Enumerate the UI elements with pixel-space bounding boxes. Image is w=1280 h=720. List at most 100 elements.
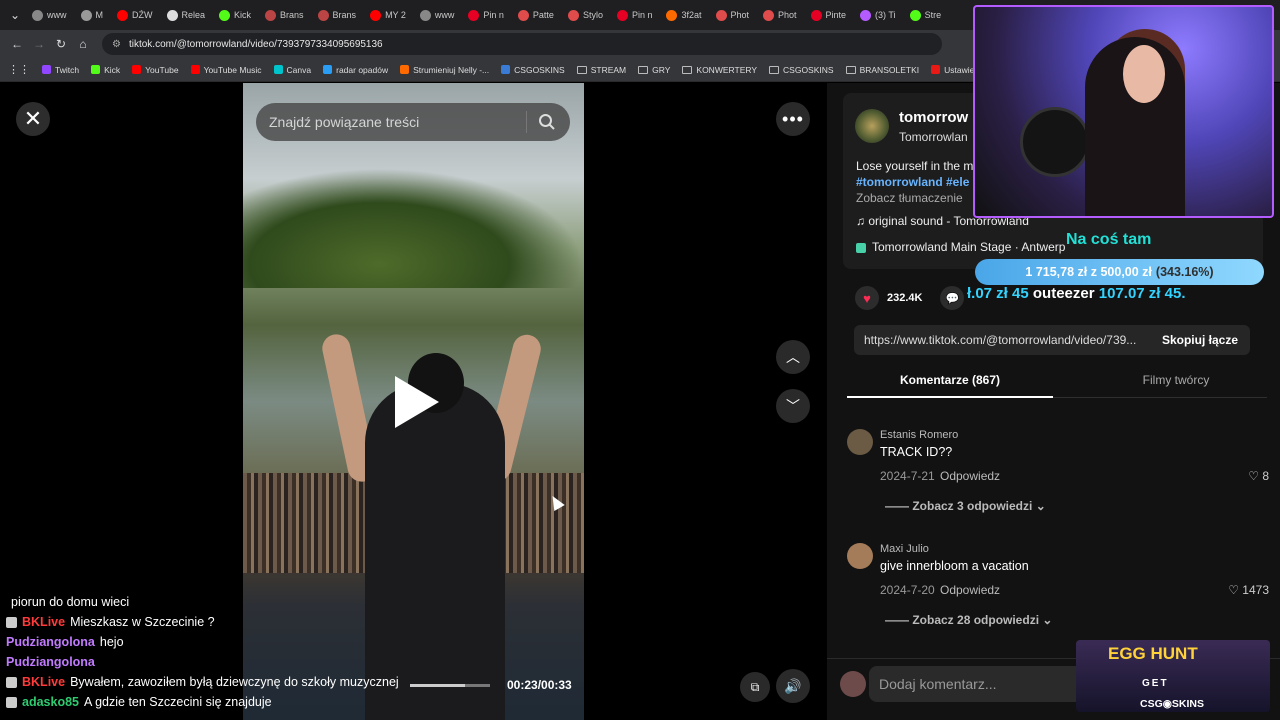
tab-favicon-icon	[715, 9, 727, 21]
tab-label: Relea	[181, 10, 206, 20]
comment-like-button[interactable]: ♡ 8	[1248, 469, 1269, 483]
bookmark-item[interactable]: Strumieniuj Nelly -...	[400, 65, 489, 75]
author-name[interactable]: tomorrow	[899, 109, 968, 126]
chat-username[interactable]: BKLive	[22, 615, 65, 629]
author-avatar[interactable]	[855, 109, 889, 143]
comment-like-button[interactable]: ♡ 1473	[1228, 583, 1269, 597]
search-icon[interactable]	[538, 113, 556, 131]
chat-message: BKLive Bywałem, zawoziłem byłą dziewczynę…	[0, 672, 430, 692]
next-video-button[interactable]: ﹀	[776, 389, 810, 423]
comment-bubble-icon[interactable]: 💬	[940, 286, 965, 310]
address-bar[interactable]: ⚙ tiktok.com/@tomorrowland/video/7393797…	[102, 33, 942, 55]
tab-favicon-icon	[909, 9, 921, 21]
folder-icon	[576, 65, 587, 74]
related-search-input[interactable]: Znajdź powiązane treści	[256, 103, 570, 141]
bookmark-item[interactable]: Canva	[273, 65, 311, 75]
comment-reply-button[interactable]: Odpowiedz	[940, 583, 1000, 597]
browser-tab[interactable]: Pin n	[462, 3, 510, 27]
picture-in-picture-button[interactable]: ⧉	[740, 672, 770, 702]
bookmark-item[interactable]: GRY	[638, 65, 670, 75]
bookmark-item[interactable]: CSGOSKINS	[501, 65, 565, 75]
bookmark-favicon-icon	[42, 65, 51, 74]
view-replies-button[interactable]: —— Zobacz 28 odpowiedzi ⌄	[885, 613, 1052, 627]
browser-tab[interactable]: Patte	[512, 3, 560, 27]
tab-comments[interactable]: Komentarze (867)	[847, 363, 1053, 398]
bookmark-item[interactable]: CSGOSKINS	[769, 65, 834, 75]
bookmark-item[interactable]: YouTube	[132, 65, 179, 75]
bookmark-label: CSGOSKINS	[783, 64, 834, 75]
more-options-button[interactable]: •••	[776, 102, 810, 136]
site-info-icon[interactable]: ⚙	[112, 39, 121, 50]
bookmark-item[interactable]: KONWERTERY	[682, 65, 757, 75]
chevron-down-icon: ⌄	[1039, 613, 1053, 627]
browser-tab[interactable]: M	[75, 3, 110, 27]
comment-author[interactable]: Estanis Romero	[880, 429, 958, 441]
comment-avatar[interactable]	[847, 429, 873, 455]
tab-list-chevron-icon[interactable]: ⌄	[4, 4, 26, 26]
forward-arrow-icon[interactable]: →	[28, 33, 50, 55]
volume-button[interactable]: 🔊	[776, 669, 810, 703]
tab-favicon-icon	[265, 9, 277, 21]
chat-username[interactable]: adasko85	[22, 695, 79, 709]
tab-favicon-icon	[317, 9, 329, 21]
chat-username[interactable]: BKLive	[22, 675, 65, 689]
bookmark-item[interactable]: BRANSOLETKI	[845, 65, 919, 75]
comment-avatar[interactable]	[847, 543, 873, 569]
browser-tab[interactable]: www	[26, 3, 73, 27]
chat-username[interactable]: Pudziangolona	[6, 655, 95, 669]
bookmark-item[interactable]: Twitch	[42, 65, 79, 75]
like-heart-icon[interactable]: ♥	[855, 286, 879, 310]
post-hashtags[interactable]: #tomorrowland #ele	[856, 175, 969, 189]
comment-text: TRACK ID??	[880, 445, 953, 459]
browser-tab[interactable]: (3) Ti	[854, 3, 902, 27]
browser-tab[interactable]: www	[414, 3, 461, 27]
translate-link[interactable]: Zobacz tłumaczenie	[856, 191, 963, 205]
browser-tab[interactable]: Phot	[710, 3, 756, 27]
bookmark-item[interactable]: radar opadów	[323, 65, 388, 75]
close-button[interactable]: ✕	[16, 102, 50, 136]
comment-reply-button[interactable]: Odpowiedz	[940, 469, 1000, 483]
video-time: 00:23/00:33	[507, 678, 572, 692]
browser-tab[interactable]: MY 2	[364, 3, 412, 27]
browser-tab[interactable]: Phot	[757, 3, 803, 27]
tab-label: Stre	[924, 10, 942, 20]
back-arrow-icon[interactable]: ←	[6, 33, 28, 55]
browser-tab[interactable]: Relea	[161, 3, 212, 27]
browser-tab[interactable]: Brans	[259, 3, 310, 27]
previous-video-button[interactable]: ︿	[776, 340, 810, 374]
bookmark-item[interactable]: YouTube Music	[190, 65, 262, 75]
bookmark-item[interactable]: STREAM	[576, 65, 626, 75]
marquee-a: ł.07 zł	[967, 285, 1008, 302]
folder-icon	[769, 65, 780, 74]
browser-tab[interactable]: Stre	[904, 3, 948, 27]
browser-tab[interactable]: Pinte	[805, 3, 853, 27]
marquee-e: 45.	[1164, 285, 1186, 302]
tab-favicon-icon	[166, 9, 178, 21]
browser-tab[interactable]: DŹW	[111, 3, 159, 27]
browser-tab[interactable]: Stylo	[562, 3, 609, 27]
home-icon[interactable]: ⌂	[72, 33, 94, 55]
chat-text: hejo	[99, 635, 124, 649]
browser-tab[interactable]: Kick	[213, 3, 257, 27]
reload-icon[interactable]: ↻	[50, 33, 72, 55]
dash-icon: ——	[885, 613, 913, 627]
tab-label: Pin n	[483, 10, 504, 20]
tab-label: Brans	[280, 10, 304, 20]
apps-grid-icon[interactable]: ⋮⋮	[8, 63, 30, 76]
chat-username[interactable]: Pudziangolona	[6, 635, 95, 649]
post-description: Lose yourself in the m	[856, 159, 974, 173]
comment-item: Maxi Julio give innerbloom a vacation 2024…	[847, 543, 1277, 643]
tab-creator-videos[interactable]: Filmy twórcy	[1073, 363, 1279, 398]
comment-author[interactable]: Maxi Julio	[880, 543, 929, 555]
chat-message: BKLive Mieszkasz w Szczecinie ?	[0, 612, 430, 632]
bookmark-item[interactable]: Kick	[91, 65, 120, 75]
tab-favicon-icon	[616, 9, 628, 21]
play-icon[interactable]	[395, 376, 439, 428]
browser-tab[interactable]: Brans	[312, 3, 363, 27]
location-link[interactable]: Tomorrowland Main Stage · Antwerp	[856, 240, 1065, 254]
comment-text: give innerbloom a vacation	[880, 559, 1029, 573]
view-replies-button[interactable]: —— Zobacz 3 odpowiedzi ⌄	[885, 499, 1046, 513]
browser-tab[interactable]: 3f2at	[660, 3, 707, 27]
browser-tab[interactable]: Pin n	[611, 3, 659, 27]
copy-link-button[interactable]: Skopiuj łącze	[1162, 333, 1238, 347]
